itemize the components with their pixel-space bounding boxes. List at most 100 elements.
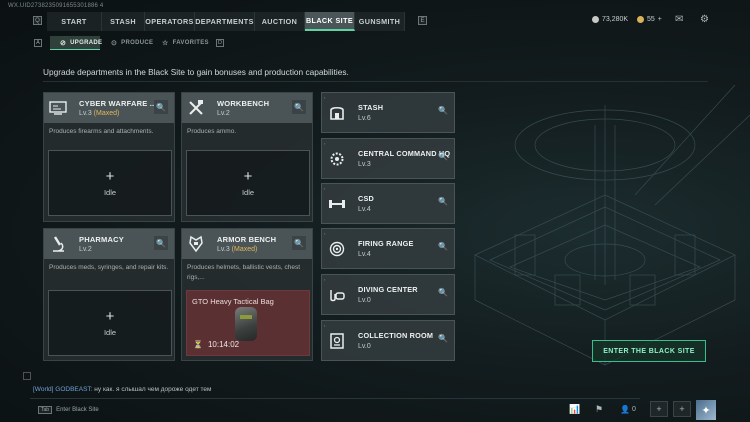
vault-icon — [328, 104, 346, 122]
tab-favorites[interactable]: ☆ FAVORITES — [152, 36, 209, 50]
target-icon — [328, 240, 346, 258]
hourglass-icon: ⏳ — [193, 340, 203, 349]
coin-amount: 73,280K — [602, 16, 629, 23]
tab-gunsmith[interactable]: GUNSMITH — [355, 12, 405, 31]
department-card-armor-bench[interactable]: ARMOR BENCH Lv.3 (Maxed) 🔍 Produces helm… — [181, 228, 313, 361]
divider — [43, 81, 708, 82]
tab-produce[interactable]: ⊙ PRODUCE — [101, 36, 153, 50]
search-icon[interactable]: 🔍 — [438, 197, 448, 206]
premium-coin-icon — [637, 16, 644, 23]
subnav-prev-key[interactable]: A — [34, 39, 42, 47]
department-title: PHARMACY — [79, 235, 124, 244]
currency-premium[interactable]: 55 + — [637, 16, 662, 23]
gear-icon[interactable]: ⚙ — [700, 14, 709, 25]
department-card-workbench[interactable]: WORKBENCH Lv.2 🔍 Produces ammo. + Idle — [181, 92, 313, 222]
level-value: Lv.2 — [79, 246, 92, 253]
tab-black-site[interactable]: BLACK SITE — [305, 12, 355, 31]
production-timer: ⏳ 10:14:02 — [193, 340, 239, 349]
search-icon[interactable]: 🔍 — [292, 236, 306, 250]
subnav-next-key[interactable]: D — [216, 39, 224, 47]
friends-icon[interactable]: 👤 0 — [617, 401, 639, 417]
chat-divider — [30, 398, 640, 399]
premium-amount: 55 — [647, 16, 655, 23]
user-id-label: WX.UID2738235091655301886 4 — [8, 3, 104, 9]
department-produces: Produces ammo. — [187, 128, 237, 135]
tools-icon — [187, 99, 205, 117]
flag-icon[interactable]: ⚑ — [590, 401, 608, 417]
production-slot[interactable]: + Idle — [186, 150, 310, 216]
top-nav: START STASH OPERATORS DEPARTMENTS AUCTIO… — [30, 12, 405, 31]
tab-favorites-label: FAVORITES — [172, 40, 209, 46]
maxed-badge: (Maxed) — [231, 246, 258, 253]
tab-stash[interactable]: STASH — [102, 12, 145, 31]
level-value: Lv.3 — [79, 110, 92, 117]
chat-toggle-icon[interactable] — [23, 372, 31, 380]
production-slot-busy[interactable]: GTO Heavy Tactical Bag ⏳ 10:14:02 — [186, 290, 310, 356]
avatar[interactable]: ✦ — [696, 400, 716, 420]
tab-departments[interactable]: DEPARTMENTS — [195, 12, 255, 31]
add-premium-icon[interactable]: + — [658, 16, 662, 23]
tab-start[interactable]: START — [47, 12, 102, 31]
search-icon[interactable]: 🔍 — [154, 236, 168, 250]
search-icon[interactable]: 🔍 — [438, 106, 448, 115]
search-icon[interactable]: 🔍 — [154, 100, 168, 114]
dumbbell-icon — [328, 195, 346, 213]
room-row-csd[interactable]: ▪ CSD Lv.4 🔍 — [321, 183, 455, 224]
chat-text: ну как. я слышал чем дороже одет тем — [94, 386, 212, 393]
room-level: Lv.0 — [358, 343, 371, 350]
search-icon[interactable]: 🔍 — [292, 100, 306, 114]
star-icon: ☆ — [162, 40, 169, 47]
enter-hint[interactable]: Tab Enter Black Site — [38, 406, 99, 414]
department-card-pharmacy[interactable]: PHARMACY Lv.2 🔍 Produces meds, syringes,… — [43, 228, 175, 361]
diving-icon — [328, 286, 346, 304]
tab-upgrade[interactable]: ⊘ UPGRADE — [50, 36, 102, 50]
tab-operators[interactable]: OPERATORS — [145, 12, 195, 31]
mail-icon[interactable]: ✉ — [675, 14, 683, 25]
room-row-diving-center[interactable]: ▪ DIVING CENTER Lv.0 🔍 — [321, 274, 455, 315]
search-icon[interactable]: 🔍 — [438, 334, 448, 343]
department-level: Lv.2 — [217, 110, 230, 117]
card-header: CYBER WARFARE ... Lv.3 (Maxed) 🔍 — [44, 93, 174, 123]
department-title: ARMOR BENCH — [217, 235, 277, 244]
production-slot[interactable]: + Idle — [48, 290, 172, 356]
currency-coins: 73,280K — [592, 16, 628, 23]
microscope-icon — [49, 235, 67, 253]
search-icon[interactable]: 🔍 — [438, 242, 448, 251]
corner-mark: ▪ — [324, 231, 326, 236]
add-party-icon[interactable]: + — [650, 401, 668, 417]
stats-icon[interactable]: 📊 — [566, 401, 584, 417]
room-level: Lv.4 — [358, 251, 371, 258]
department-card-cyber-warfare[interactable]: CYBER WARFARE ... Lv.3 (Maxed) 🔍 Produce… — [43, 92, 175, 222]
plus-icon: + — [243, 167, 253, 185]
nav-next-key[interactable]: E — [418, 16, 427, 25]
tab-auction[interactable]: AUCTION — [255, 12, 305, 31]
plus-icon: + — [105, 167, 115, 185]
chat-message[interactable]: [World] GODBEAST: ну как. я слышал чем д… — [33, 386, 212, 393]
tab-key: Tab — [38, 406, 53, 414]
collection-icon — [328, 332, 346, 350]
coin-icon — [592, 16, 599, 23]
maxed-badge: (Maxed) — [93, 110, 120, 117]
room-row-collection-room[interactable]: ▪ COLLECTION ROOM Lv.0 🔍 — [321, 320, 455, 361]
room-title: STASH — [358, 103, 384, 112]
room-row-firing-range[interactable]: ▪ FIRING RANGE Lv.4 🔍 — [321, 228, 455, 269]
room-row-central-command-hq[interactable]: ▪ CENTRAL COMMAND HQ Lv.3 🔍 — [321, 138, 455, 179]
department-level: Lv.3 (Maxed) — [79, 110, 119, 117]
department-title: CYBER WARFARE ... — [79, 99, 157, 108]
corner-mark: ▪ — [324, 323, 326, 328]
slot-status: Idle — [241, 187, 255, 197]
card-header: PHARMACY Lv.2 🔍 — [44, 229, 174, 259]
bag-item-image — [235, 307, 257, 341]
monitor-icon — [49, 99, 67, 117]
department-level: Lv.2 — [79, 246, 92, 253]
production-slot[interactable]: + Idle — [48, 150, 172, 216]
corner-mark: ▪ — [324, 277, 326, 282]
armor-icon — [187, 235, 205, 253]
search-icon[interactable]: 🔍 — [438, 152, 448, 161]
search-icon[interactable]: 🔍 — [438, 288, 448, 297]
enter-black-site-button[interactable]: ENTER THE BLACK SITE — [592, 340, 706, 362]
corner-mark: ▪ — [324, 186, 326, 191]
room-row-stash[interactable]: ▪ STASH Lv.6 🔍 — [321, 92, 455, 133]
department-produces: Produces helmets, ballistic vests, chest… — [187, 264, 301, 281]
add-friend-icon[interactable]: + — [673, 401, 691, 417]
